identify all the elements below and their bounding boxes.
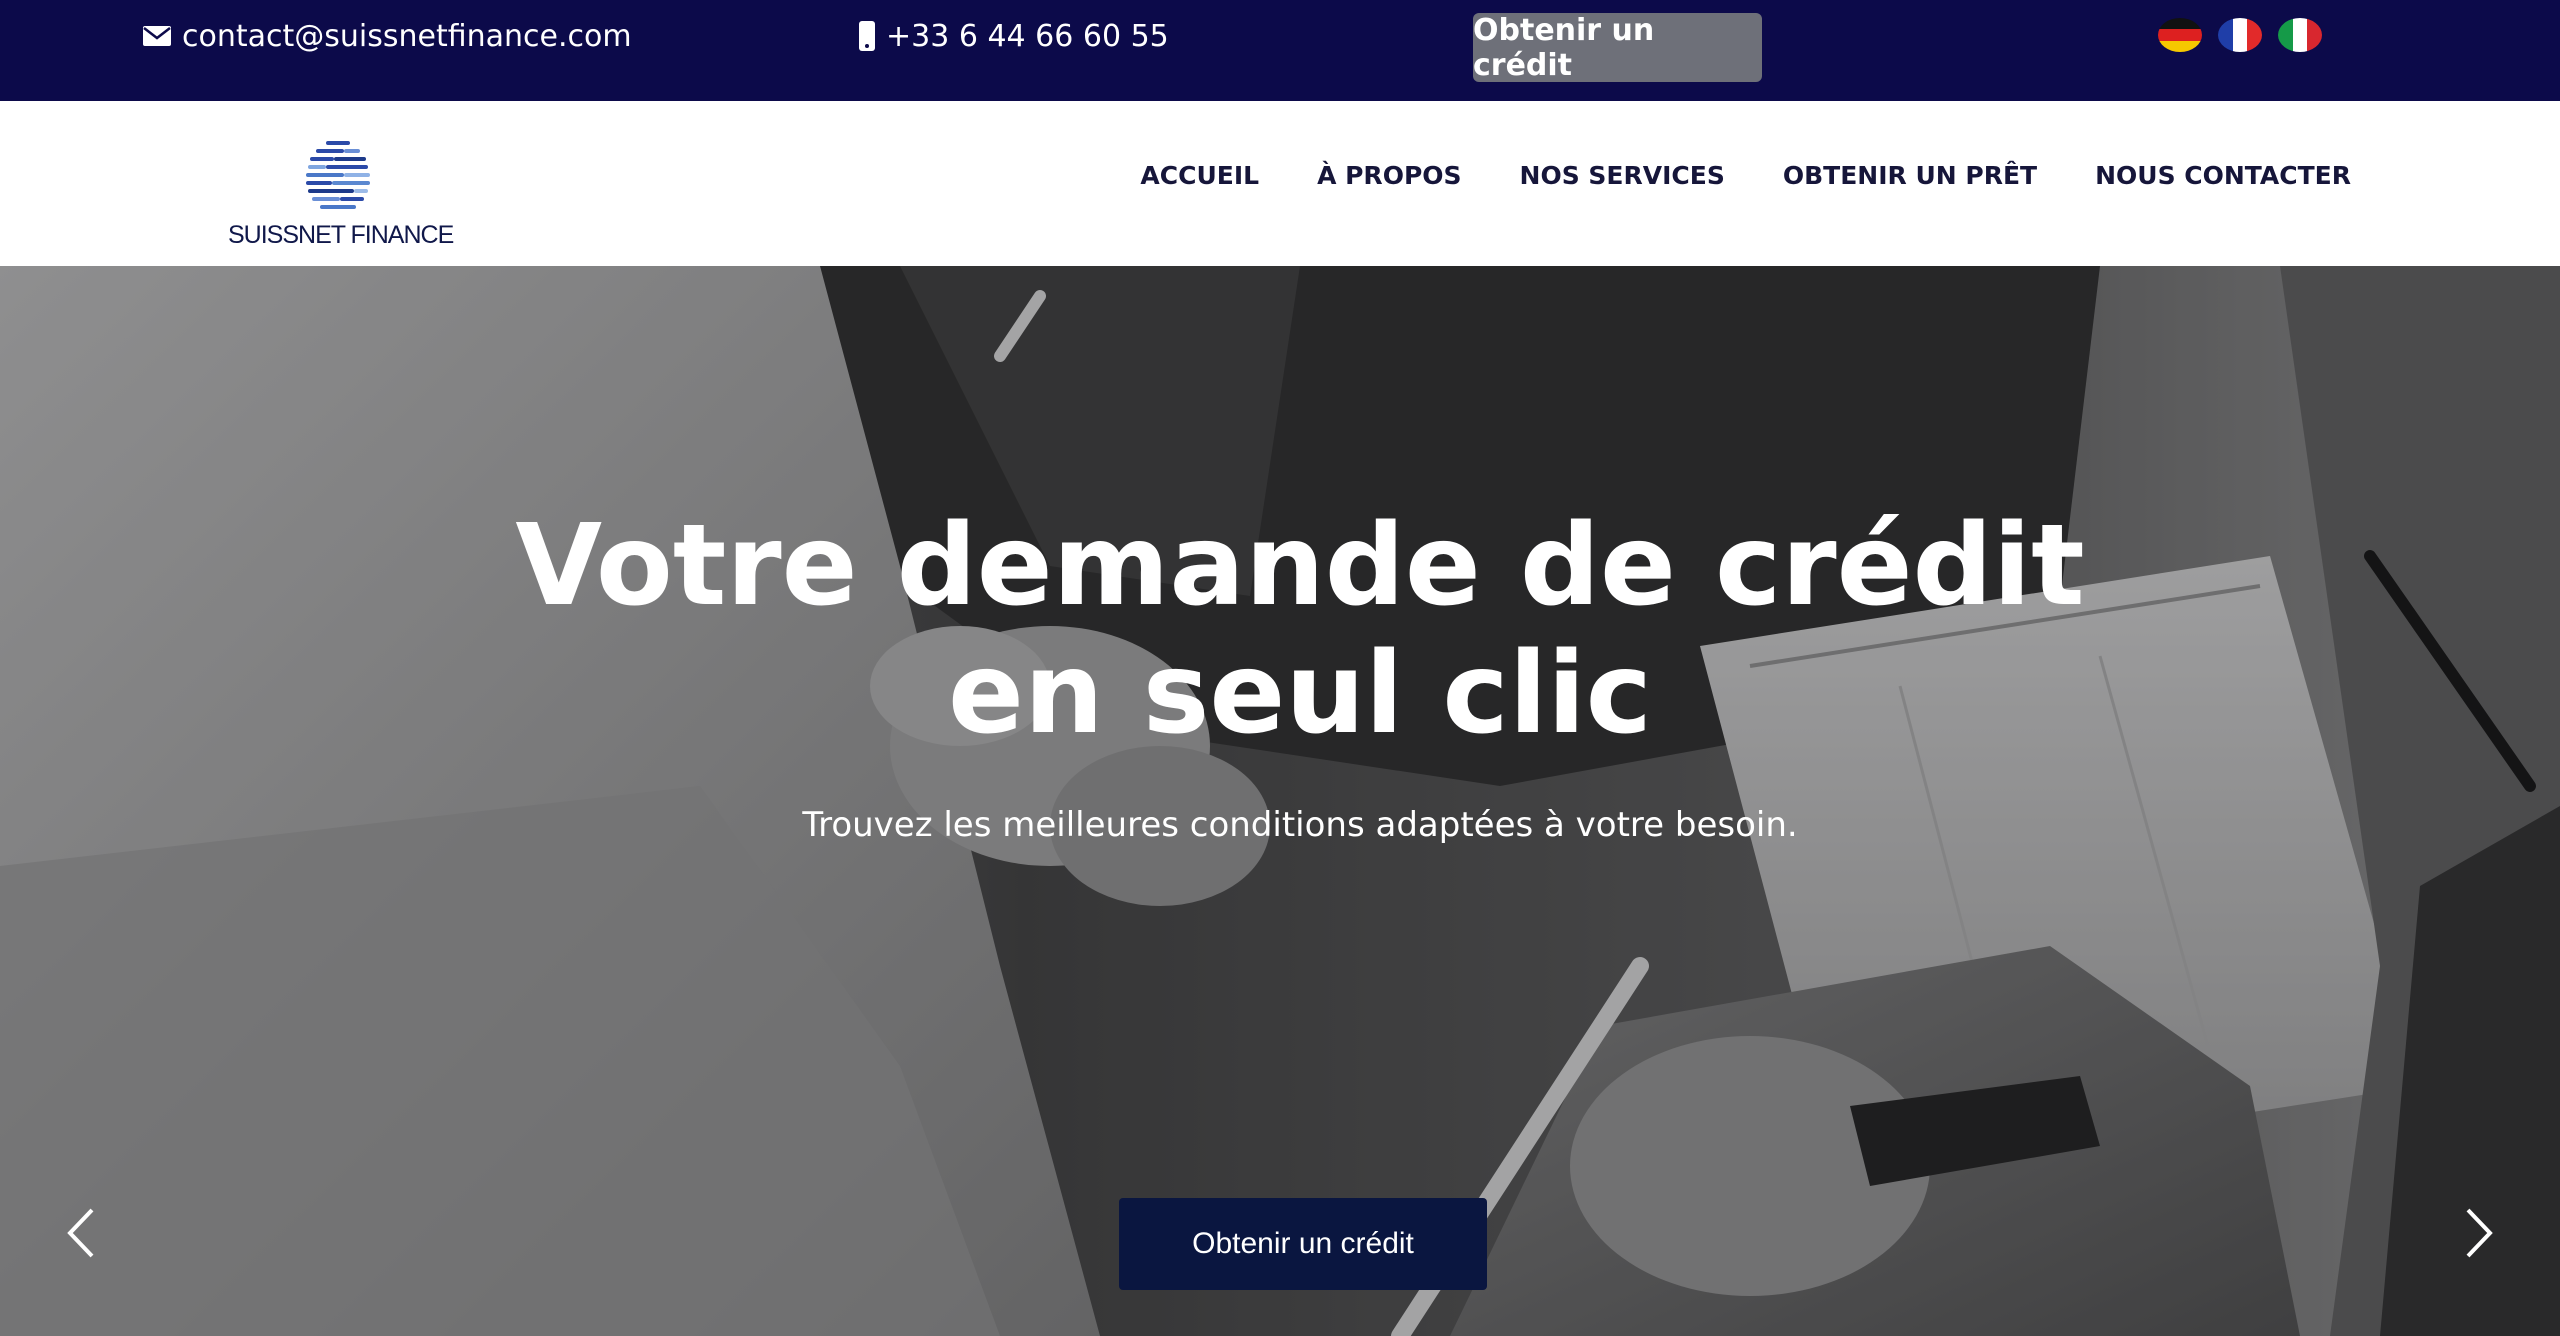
nav-about[interactable]: À PROPOS (1317, 161, 1461, 190)
nav-contact[interactable]: NOUS CONTACTER (2095, 161, 2351, 190)
main-nav: ACCUEIL À PROPOS NOS SERVICES OBTENIR UN… (1140, 161, 2351, 190)
email-link[interactable]: contact@suissnetfinance.com (142, 18, 632, 54)
nav-home[interactable]: ACCUEIL (1140, 161, 1259, 190)
hero-overlay (0, 266, 2560, 1336)
hero-slider (0, 266, 2560, 1336)
globe-logo-icon (306, 141, 370, 209)
mobile-phone-icon (859, 21, 875, 51)
envelope-icon (143, 26, 171, 46)
italian-flag-icon[interactable] (2278, 18, 2322, 52)
chevron-left-icon[interactable] (62, 1206, 102, 1260)
chevron-right-icon[interactable] (2458, 1206, 2498, 1260)
hero-subtitle: Trouvez les meilleures conditions adapté… (802, 805, 1798, 845)
main-header: SUISSNET FINANCE ACCUEIL À PROPOS NOS SE… (0, 101, 2560, 266)
hero-credit-button[interactable]: Obtenir un crédit (1119, 1198, 1487, 1290)
hero-title: Votre demande de crédit en seul clic (515, 501, 2085, 759)
top-contact-bar: contact@suissnetfinance.com +33 6 44 66 … (0, 0, 2560, 101)
top-credit-button[interactable]: Obtenir un crédit (1473, 13, 1762, 83)
nav-services[interactable]: NOS SERVICES (1520, 161, 1725, 190)
phone-link[interactable]: +33 6 44 66 60 55 (858, 18, 1169, 54)
logo-wordmark: SUISSNET FINANCE (228, 221, 454, 249)
site-logo[interactable]: SUISSNET FINANCE (228, 137, 454, 253)
email-text: contact@suissnetfinance.com (182, 18, 632, 54)
phone-text: +33 6 44 66 60 55 (886, 18, 1169, 54)
german-flag-icon[interactable] (2158, 18, 2202, 52)
nav-get-loan[interactable]: OBTENIR UN PRÊT (1783, 161, 2037, 190)
french-flag-icon[interactable] (2218, 18, 2262, 52)
language-switcher (2158, 18, 2322, 52)
